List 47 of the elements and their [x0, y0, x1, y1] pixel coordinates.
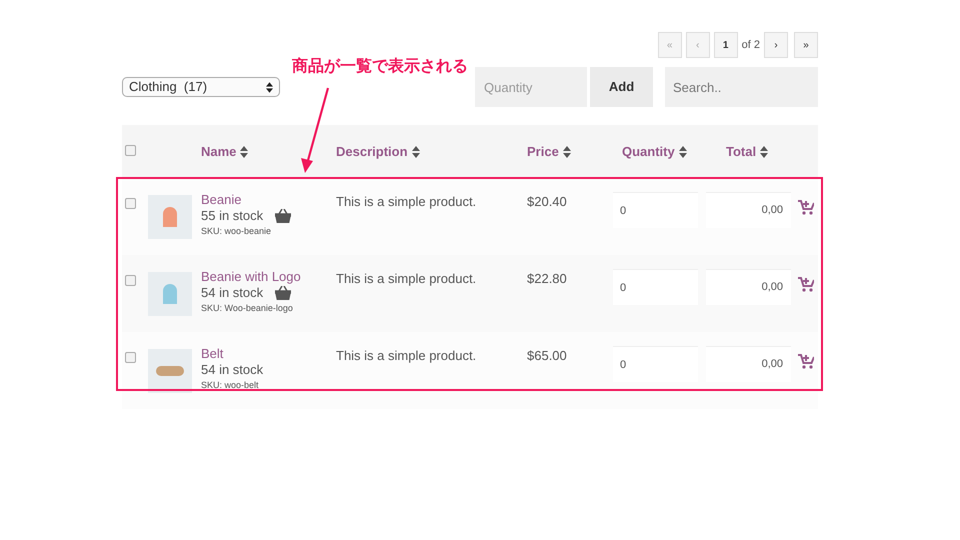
- sort-icon: [760, 146, 768, 158]
- checkbox[interactable]: [125, 144, 136, 156]
- stock-text: 54 in stock: [201, 285, 264, 301]
- column-heading[interactable]: Quantity: [622, 142, 687, 162]
- sort-icon: [562, 146, 571, 158]
- annotation-label: 商品が一覧で表示される: [292, 56, 468, 77]
- product-name-link[interactable]: Beanie: [201, 192, 336, 208]
- sort-icon: [240, 146, 248, 158]
- price-text: $65.00: [527, 348, 567, 363]
- add-to-cart-icon[interactable]: [798, 200, 814, 215]
- stock-text: 55 in stock: [201, 208, 264, 224]
- description-text: This is a simple product.: [336, 348, 476, 363]
- quantity-field[interactable]: Quantity: [475, 67, 587, 107]
- stock-text: 54 in stock: [201, 362, 264, 378]
- page-count: of 2: [742, 38, 760, 53]
- total-field: 0,00: [706, 269, 791, 305]
- page-field[interactable]: 1: [714, 32, 738, 58]
- search-field[interactable]: Search..: [665, 67, 818, 107]
- product-photo: [148, 349, 192, 393]
- add-button[interactable]: Add: [590, 67, 653, 107]
- sort-icon: [412, 146, 420, 158]
- product-photo: [148, 272, 192, 316]
- checkbox[interactable]: [125, 275, 136, 286]
- checkbox[interactable]: [125, 198, 136, 209]
- column-heading[interactable]: Price: [527, 142, 571, 162]
- sku-text: SKU: woo-belt: [201, 379, 260, 392]
- description-text: This is a simple product.: [336, 271, 476, 286]
- quantity-input[interactable]: 0: [613, 269, 698, 305]
- category-select[interactable]: Clothing (17): [122, 77, 280, 97]
- sku-text: SKU: woo-beanie: [201, 225, 272, 238]
- add-to-cart-icon[interactable]: [798, 354, 814, 369]
- next-page-button[interactable]: ›: [764, 32, 788, 58]
- checkbox[interactable]: [125, 352, 136, 363]
- sku-text: SKU: Woo-beanie-logo: [201, 302, 294, 315]
- add-to-cart-icon[interactable]: [798, 277, 814, 292]
- column-heading[interactable]: Description: [336, 142, 420, 162]
- column-heading[interactable]: Name: [201, 142, 248, 162]
- last-page-button[interactable]: »: [794, 32, 818, 58]
- select-arrows-icon: [266, 82, 273, 92]
- product-photo: [148, 195, 192, 239]
- product-name-link[interactable]: Belt: [201, 346, 336, 362]
- price-text: $20.40: [527, 194, 567, 209]
- price-text: $22.80: [527, 271, 567, 286]
- product-name-link[interactable]: Beanie with Logo: [201, 269, 336, 285]
- sort-icon: [678, 146, 687, 158]
- column-heading[interactable]: Total: [726, 142, 768, 162]
- description-text: This is a simple product.: [336, 194, 476, 209]
